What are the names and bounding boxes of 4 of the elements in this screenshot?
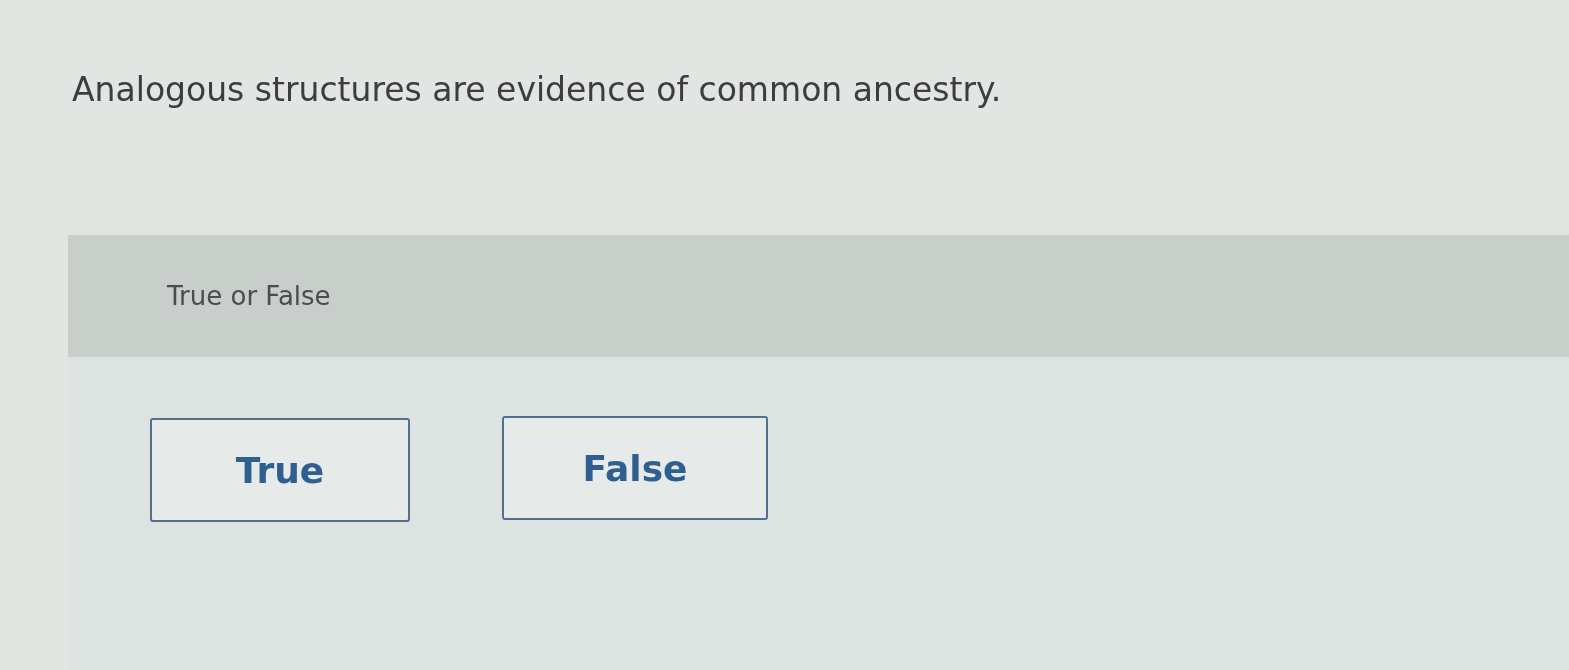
answer-option-button[interactable]: True [150, 418, 410, 522]
prompt-heading: True or False [167, 281, 331, 311]
answer-option-button[interactable]: False [502, 416, 768, 520]
question-text: Analogous structures are evidence of common ancestry. [72, 69, 1002, 111]
